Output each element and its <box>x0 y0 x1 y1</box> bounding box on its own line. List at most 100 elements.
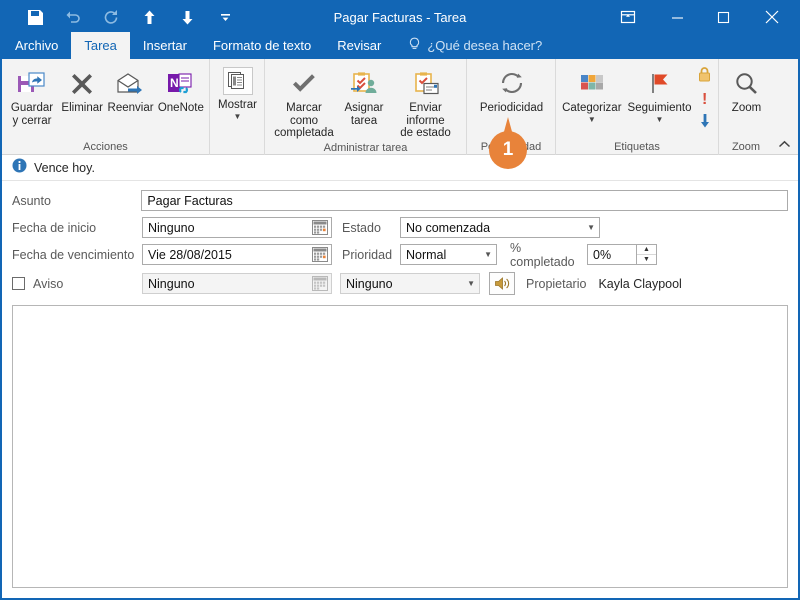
ribbon-button-label: Categorizar <box>562 102 622 114</box>
title-bar: Pagar Facturas - Tarea <box>2 2 798 32</box>
ribbon: Guardar y cerrar Eliminar Reenviar N One… <box>2 59 798 155</box>
next-item-icon[interactable] <box>168 4 206 30</box>
porcentaje-spinner[interactable]: ▲ ▼ <box>637 244 657 265</box>
save-close-icon <box>17 65 47 99</box>
task-body-editor[interactable] <box>12 305 788 588</box>
ribbon-button-onenote[interactable]: N OneNote <box>156 63 206 117</box>
tab-revisar[interactable]: Revisar <box>324 32 394 59</box>
ribbon-button-label: Seguimiento <box>627 102 692 114</box>
form-row-fecha-vencimiento: Fecha de vencimiento Vie 28/08/2015 Prio… <box>12 241 788 269</box>
task-body-area <box>2 299 798 598</box>
ribbon-group-label <box>210 138 264 155</box>
prioridad-label: Prioridad <box>342 247 393 262</box>
chevron-down-icon[interactable]: ▼ <box>234 112 242 120</box>
assign-task-icon <box>349 65 379 99</box>
fecha-de-vencimiento-label: Fecha de vencimiento <box>12 247 135 262</box>
aviso-hora-value: Ninguno <box>346 276 393 291</box>
forward-envelope-icon <box>116 65 146 99</box>
low-importance-icon[interactable] <box>698 112 712 134</box>
estado-label: Estado <box>342 220 381 235</box>
ribbon-button-periodicidad[interactable]: Periodicidad <box>470 63 553 117</box>
ribbon-button-enviar-informe-de-estado[interactable]: Enviar informe de estado <box>388 63 463 142</box>
reminder-sound-icon[interactable] <box>489 272 515 295</box>
fecha-de-inicio-value: Ninguno <box>148 220 195 235</box>
ribbon-group-label: Etiquetas <box>614 140 660 153</box>
chevron-down-icon[interactable]: ▼ <box>588 115 596 123</box>
fecha-de-inicio-label: Fecha de inicio <box>12 220 97 235</box>
ribbon-group-mostrar: Mostrar ▼ <box>209 59 264 155</box>
delete-x-icon <box>68 65 96 99</box>
maximize-icon[interactable] <box>700 2 746 32</box>
ribbon-button-label: Periodicidad <box>479 102 544 114</box>
porcentaje-completado-input[interactable]: 0% <box>587 244 637 265</box>
ribbon-group-etiquetas: Categorizar ▼ Seguimiento ▼ ! Etiquetas <box>555 59 718 155</box>
form-row-aviso: Aviso Ninguno Ninguno ▼ Propietario Kayl… <box>12 268 788 299</box>
etiquetas-mini-buttons: ! <box>694 63 715 134</box>
ribbon-button-label: Guardar y cerrar <box>10 102 54 127</box>
tab-tarea[interactable]: Tarea <box>71 32 130 59</box>
ribbon-button-guardar-y-cerrar[interactable]: Guardar y cerrar <box>5 63 59 129</box>
show-pages-icon <box>222 66 253 96</box>
asunto-input[interactable]: Pagar Facturas <box>141 190 788 211</box>
tell-me-search[interactable]: ¿Qué desea hacer? <box>394 32 552 59</box>
svg-text:!: ! <box>702 91 707 106</box>
ribbon-button-zoom[interactable]: Zoom <box>722 63 771 117</box>
save-icon[interactable] <box>16 4 54 30</box>
undo-icon[interactable] <box>54 4 92 30</box>
ribbon-button-label: Reenviar <box>107 102 154 114</box>
quick-access-toolbar <box>2 4 244 30</box>
ribbon-button-eliminar[interactable]: Eliminar <box>59 63 105 117</box>
ribbon-group-label: Administrar tarea <box>323 142 408 155</box>
status-report-icon <box>411 65 441 99</box>
ribbon-button-mostrar[interactable]: Mostrar ▼ <box>213 66 262 120</box>
private-lock-icon[interactable] <box>697 66 712 88</box>
customize-qat-icon[interactable] <box>206 4 244 30</box>
minimize-icon[interactable] <box>654 2 700 32</box>
calendar-picker-icon[interactable] <box>312 247 328 262</box>
form-row-asunto: Asunto Pagar Facturas <box>12 187 788 214</box>
ribbon-button-reenviar[interactable]: Reenviar <box>105 63 155 117</box>
ribbon-group-zoom: Zoom Zoom <box>718 59 773 155</box>
high-importance-icon[interactable]: ! <box>698 89 712 111</box>
ribbon-button-seguimiento[interactable]: Seguimiento ▼ <box>625 63 695 125</box>
estado-dropdown[interactable]: No comenzada ▼ <box>400 217 600 238</box>
tab-archivo[interactable]: Archivo <box>2 32 71 59</box>
spinner-up-icon[interactable]: ▲ <box>637 245 656 255</box>
propietario-label: Propietario <box>526 276 587 291</box>
redo-icon[interactable] <box>92 4 130 30</box>
calendar-picker-icon[interactable] <box>312 220 328 235</box>
aviso-label: Aviso <box>33 276 64 291</box>
tell-me-label: ¿Qué desea hacer? <box>427 38 543 53</box>
ribbon-button-categorizar[interactable]: Categorizar ▼ <box>559 63 625 125</box>
task-form: Asunto Pagar Facturas Fecha de inicio Ni… <box>2 181 798 299</box>
ribbon-group-acciones: Guardar y cerrar Eliminar Reenviar N One… <box>2 59 209 155</box>
spinner-down-icon[interactable]: ▼ <box>637 255 656 264</box>
close-icon[interactable] <box>746 2 798 32</box>
ribbon-button-asignar-tarea[interactable]: Asignar tarea <box>340 63 388 129</box>
tab-formato-de-texto[interactable]: Formato de texto <box>200 32 324 59</box>
prioridad-value: Normal <box>406 247 447 262</box>
tab-insertar[interactable]: Insertar <box>130 32 200 59</box>
form-row-fecha-inicio: Fecha de inicio Ninguno Estado No comenz… <box>12 214 788 241</box>
task-window: Pagar Facturas - Tarea Archivo Tarea Ins… <box>0 0 800 600</box>
aviso-hora-dropdown[interactable]: Ninguno ▼ <box>340 273 480 294</box>
checkmark-icon <box>289 65 319 99</box>
chevron-down-icon: ▼ <box>467 278 475 288</box>
ribbon-button-label: Mostrar <box>218 99 257 111</box>
chevron-down-icon[interactable]: ▼ <box>656 115 664 123</box>
ribbon-button-marcar-como-completada[interactable]: Marcar como completada <box>268 63 340 142</box>
prioridad-dropdown[interactable]: Normal ▼ <box>400 244 497 265</box>
ribbon-display-options-icon[interactable] <box>602 2 654 32</box>
fecha-de-vencimiento-value: Vie 28/08/2015 <box>148 247 232 262</box>
porcentaje-completado-stepper: 0% ▲ ▼ <box>587 244 657 265</box>
ribbon-collapse-icon[interactable] <box>773 136 795 152</box>
aviso-fecha-input[interactable]: Ninguno <box>142 273 332 294</box>
fecha-de-inicio-input[interactable]: Ninguno <box>142 217 332 238</box>
ribbon-button-label: OneNote <box>157 102 204 114</box>
ribbon-group-administrar-tarea: Marcar como completada Asignar tarea Env… <box>264 59 466 155</box>
previous-item-icon[interactable] <box>130 4 168 30</box>
info-icon <box>12 158 27 178</box>
fecha-de-vencimiento-input[interactable]: Vie 28/08/2015 <box>142 244 332 265</box>
aviso-checkbox[interactable] <box>12 277 25 290</box>
calendar-picker-icon[interactable] <box>312 276 328 291</box>
